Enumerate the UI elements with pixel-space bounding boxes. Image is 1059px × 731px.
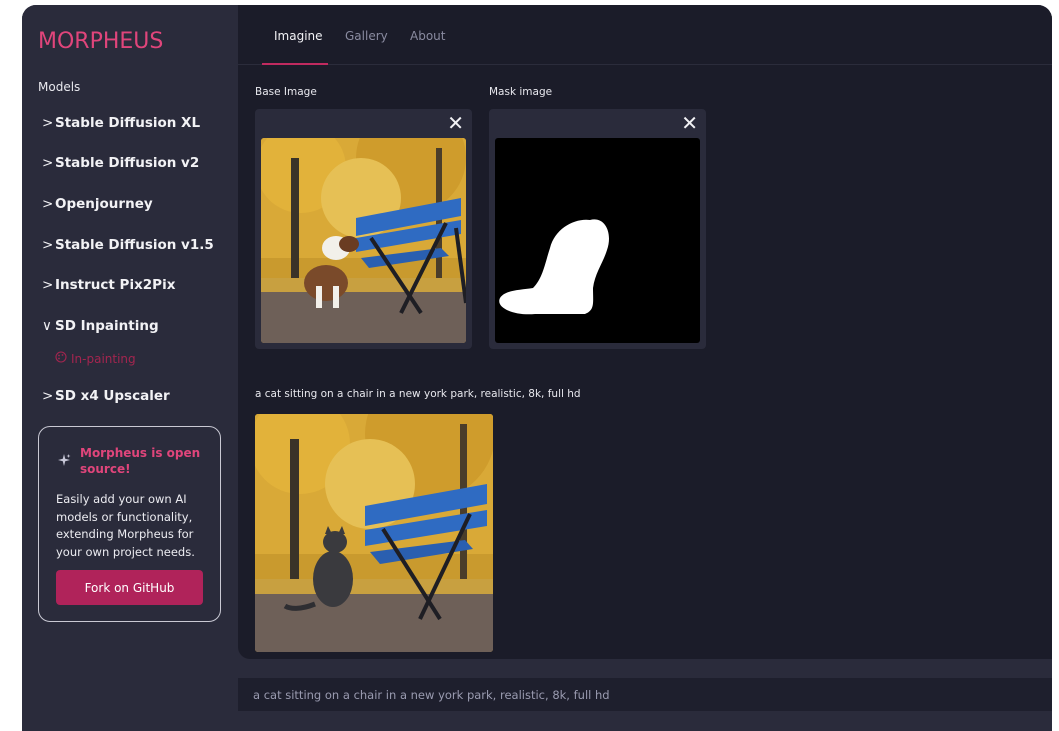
sidebar-item-openjourney[interactable]: > Openjourney (42, 196, 153, 212)
sidebar-item-label: SD x4 Upscaler (55, 388, 170, 404)
sidebar-item-sd-upscaler[interactable]: > SD x4 Upscaler (42, 388, 170, 404)
tab-imagine[interactable]: Imagine (274, 29, 323, 43)
sidebar-item-label: SD Inpainting (55, 318, 159, 334)
mask-image-card[interactable]: ✕ (489, 109, 706, 349)
sidebar-item-label: Stable Diffusion XL (55, 115, 201, 131)
app-window: MORPHEUS Models > Stable Diffusion XL > St… (22, 5, 1052, 731)
chevron-down-icon: ∨ (42, 318, 52, 334)
active-tab-indicator (262, 63, 328, 65)
chevron-right-icon: > (42, 237, 54, 253)
mask-image-label: Mask image (489, 86, 553, 98)
sparkles-icon (57, 453, 71, 470)
close-icon[interactable]: ✕ (681, 113, 698, 133)
result-caption: a cat sitting on a chair in a new york p… (255, 388, 581, 400)
sidebar: MORPHEUS Models > Stable Diffusion XL > St… (22, 5, 237, 731)
promo-body: Easily add your own AI models or functio… (56, 492, 195, 559)
prompt-input[interactable]: a cat sitting on a chair in a new york p… (253, 688, 610, 702)
chevron-right-icon: > (42, 196, 54, 212)
palette-icon (55, 351, 71, 366)
sidebar-subitem-inpainting[interactable]: In-painting (55, 351, 136, 366)
base-image-card[interactable]: ✕ (255, 109, 472, 349)
close-icon[interactable]: ✕ (447, 113, 464, 133)
base-image (261, 138, 466, 343)
sidebar-item-sd-v15[interactable]: > Stable Diffusion v1.5 (42, 237, 214, 253)
sidebar-item-label: Openjourney (55, 196, 153, 212)
promo-title: Morpheus is open source! (80, 446, 201, 476)
sidebar-item-label: Stable Diffusion v1.5 (55, 237, 214, 253)
tab-gallery[interactable]: Gallery (345, 29, 388, 43)
sidebar-item-sdxl[interactable]: > Stable Diffusion XL (42, 115, 200, 131)
chevron-right-icon: > (42, 388, 54, 404)
main-panel: Imagine Gallery About Base Image Mask im… (238, 5, 1052, 659)
sidebar-item-sd-inpainting[interactable]: ∨ SD Inpainting (42, 318, 159, 334)
sidebar-item-label: Stable Diffusion v2 (55, 155, 200, 171)
sidebar-subitem-label: In-painting (71, 352, 136, 366)
fork-on-github-button[interactable]: Fork on GitHub (56, 570, 203, 605)
models-heading: Models (38, 80, 81, 94)
app-logo: MORPHEUS (38, 29, 164, 54)
sidebar-item-pix2pix[interactable]: > Instruct Pix2Pix (42, 277, 175, 293)
chevron-right-icon: > (42, 155, 54, 171)
prompt-bar[interactable]: a cat sitting on a chair in a new york p… (238, 678, 1052, 711)
chevron-right-icon: > (42, 115, 54, 131)
tab-about[interactable]: About (410, 29, 445, 43)
mask-image (495, 138, 700, 343)
base-image-label: Base Image (255, 86, 317, 98)
sidebar-item-sd-v2[interactable]: > Stable Diffusion v2 (42, 155, 199, 171)
generated-image[interactable] (255, 414, 493, 652)
tab-bar: Imagine Gallery About (238, 5, 1052, 65)
chevron-right-icon: > (42, 277, 54, 293)
sidebar-item-label: Instruct Pix2Pix (55, 277, 176, 293)
open-source-promo-card: Morpheus is open source! Easily add your… (38, 426, 221, 622)
